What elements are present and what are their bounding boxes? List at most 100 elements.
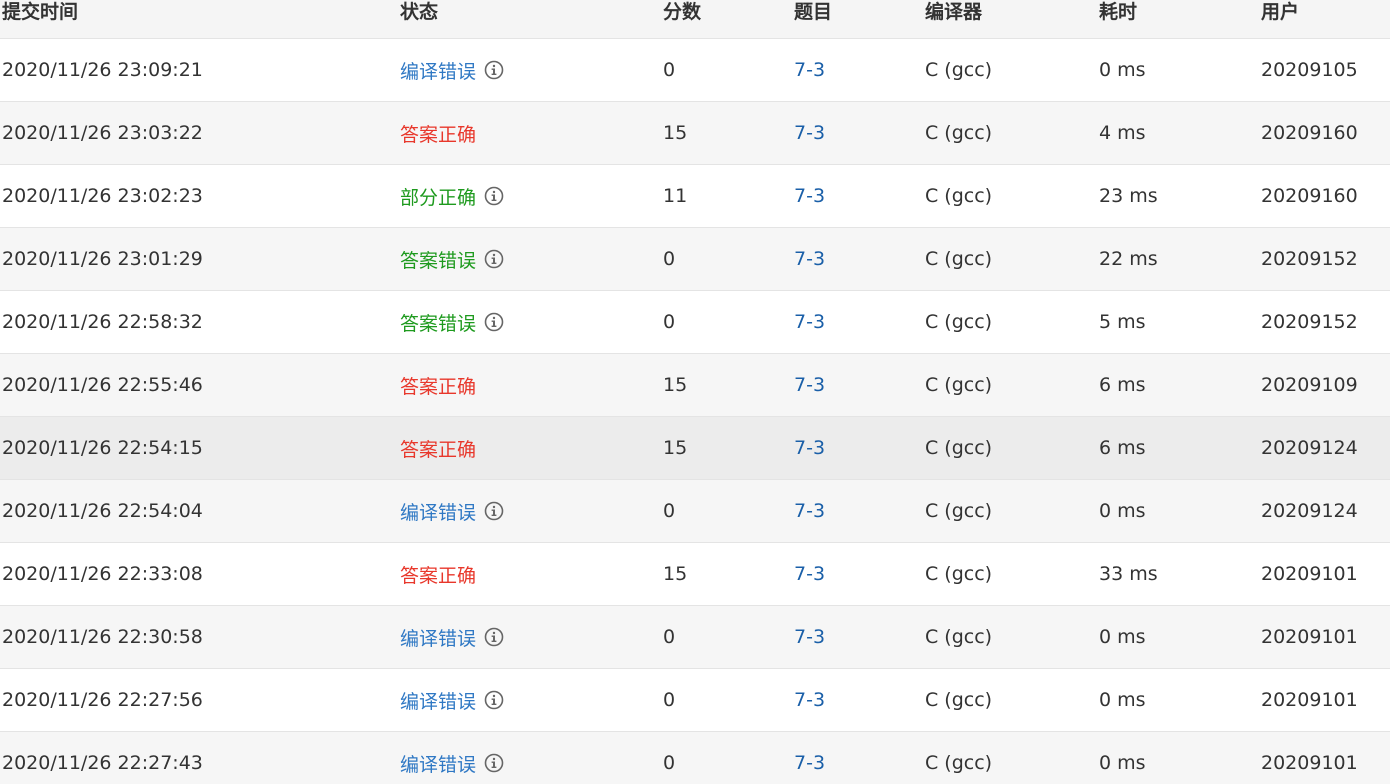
status-text[interactable]: 答案正确 [400, 372, 476, 399]
header-problem[interactable]: 题目 [794, 0, 925, 39]
info-icon[interactable] [484, 690, 504, 710]
status-text[interactable]: 答案正确 [400, 435, 476, 462]
status-text[interactable]: 答案错误 [400, 246, 476, 273]
runtime: 0 ms [1099, 731, 1261, 784]
submissions-table: 提交时间 状态 分数 题目 编译器 耗时 用户 2020/11/26 23:09… [0, 0, 1390, 784]
status-text[interactable]: 编译错误 [400, 624, 476, 651]
problem-link[interactable]: 7-3 [794, 122, 825, 144]
status-link[interactable]: 编译错误 [400, 750, 504, 777]
status-link[interactable]: 编译错误 [400, 687, 504, 714]
status-text[interactable]: 部分正确 [400, 183, 476, 210]
problem-link[interactable]: 7-3 [794, 689, 825, 711]
status-cell: 编译错误 [400, 38, 663, 102]
runtime: 6 ms [1099, 416, 1261, 480]
header-compiler[interactable]: 编译器 [925, 0, 1099, 39]
problem-link[interactable]: 7-3 [794, 437, 825, 459]
table-row: 2020/11/26 22:27:56 编译错误 0 7-3 C (gcc) 0 ms 20… [0, 668, 1390, 732]
score: 0 [663, 668, 794, 732]
runtime: 33 ms [1099, 542, 1261, 606]
status-link[interactable]: 编译错误 [400, 624, 504, 651]
status-text[interactable]: 答案错误 [400, 309, 476, 336]
info-icon[interactable] [484, 60, 504, 80]
problem-link[interactable]: 7-3 [794, 752, 825, 774]
header-status[interactable]: 状态 [400, 0, 663, 39]
score: 15 [663, 416, 794, 480]
score: 0 [663, 731, 794, 784]
user: 20209152 [1261, 227, 1390, 291]
header-score[interactable]: 分数 [663, 0, 794, 39]
info-icon[interactable] [484, 186, 504, 206]
status-link[interactable]: 答案正确 [400, 120, 476, 147]
submit-time: 2020/11/26 22:27:43 [0, 731, 400, 784]
status-link[interactable]: 答案正确 [400, 435, 476, 462]
status-cell: 答案错误 [400, 227, 663, 291]
status-link[interactable]: 编译错误 [400, 57, 504, 84]
submit-time: 2020/11/26 22:58:32 [0, 290, 400, 354]
score: 15 [663, 101, 794, 165]
runtime: 5 ms [1099, 290, 1261, 354]
info-icon[interactable] [484, 501, 504, 521]
status-link[interactable]: 答案正确 [400, 372, 476, 399]
info-icon[interactable] [484, 249, 504, 269]
info-icon[interactable] [484, 627, 504, 647]
submit-time: 2020/11/26 22:54:04 [0, 479, 400, 543]
status-cell: 编译错误 [400, 605, 663, 669]
problem-link[interactable]: 7-3 [794, 185, 825, 207]
score: 0 [663, 479, 794, 543]
problem-cell: 7-3 [794, 38, 925, 102]
status-text[interactable]: 编译错误 [400, 750, 476, 777]
status-link[interactable]: 答案错误 [400, 246, 504, 273]
compiler: C (gcc) [925, 353, 1099, 417]
compiler: C (gcc) [925, 605, 1099, 669]
score: 11 [663, 164, 794, 228]
compiler: C (gcc) [925, 416, 1099, 480]
runtime: 0 ms [1099, 38, 1261, 102]
status-cell: 答案正确 [400, 416, 663, 480]
problem-cell: 7-3 [794, 542, 925, 606]
problem-cell: 7-3 [794, 290, 925, 354]
problem-link[interactable]: 7-3 [794, 500, 825, 522]
status-text[interactable]: 编译错误 [400, 687, 476, 714]
runtime: 0 ms [1099, 668, 1261, 732]
submit-time: 2020/11/26 22:55:46 [0, 353, 400, 417]
table-row: 2020/11/26 22:58:32 答案错误 0 7-3 C (gcc) 5 ms 20… [0, 290, 1390, 354]
status-link[interactable]: 编译错误 [400, 498, 504, 525]
submit-time: 2020/11/26 22:30:58 [0, 605, 400, 669]
problem-cell: 7-3 [794, 731, 925, 784]
user: 20209105 [1261, 38, 1390, 102]
status-text[interactable]: 编译错误 [400, 498, 476, 525]
user: 20209109 [1261, 353, 1390, 417]
user: 20209152 [1261, 290, 1390, 354]
table-row: 2020/11/26 22:54:15 答案正确 15 7-3 C (gcc) 6 ms 2… [0, 416, 1390, 480]
table-body: 2020/11/26 23:09:21 编译错误 0 7-3 C (gcc) 0 ms 20… [0, 38, 1390, 784]
status-cell: 答案正确 [400, 353, 663, 417]
user: 20209124 [1261, 479, 1390, 543]
score: 0 [663, 290, 794, 354]
status-text[interactable]: 编译错误 [400, 57, 476, 84]
problem-link[interactable]: 7-3 [794, 59, 825, 81]
status-text[interactable]: 答案正确 [400, 561, 476, 588]
status-link[interactable]: 部分正确 [400, 183, 504, 210]
problem-link[interactable]: 7-3 [794, 626, 825, 648]
table-row: 2020/11/26 22:55:46 答案正确 15 7-3 C (gcc) 6 ms 2… [0, 353, 1390, 417]
status-cell: 编译错误 [400, 479, 663, 543]
header-runtime[interactable]: 耗时 [1099, 0, 1261, 39]
header-user[interactable]: 用户 [1261, 0, 1390, 39]
submit-time: 2020/11/26 23:09:21 [0, 38, 400, 102]
problem-cell: 7-3 [794, 416, 925, 480]
problem-link[interactable]: 7-3 [794, 563, 825, 585]
status-cell: 答案正确 [400, 101, 663, 165]
status-link[interactable]: 答案错误 [400, 309, 504, 336]
problem-link[interactable]: 7-3 [794, 311, 825, 333]
status-link[interactable]: 答案正确 [400, 561, 476, 588]
status-text[interactable]: 答案正确 [400, 120, 476, 147]
problem-cell: 7-3 [794, 353, 925, 417]
score: 0 [663, 605, 794, 669]
user: 20209160 [1261, 101, 1390, 165]
info-icon[interactable] [484, 753, 504, 773]
problem-link[interactable]: 7-3 [794, 248, 825, 270]
submit-time: 2020/11/26 22:27:56 [0, 668, 400, 732]
info-icon[interactable] [484, 312, 504, 332]
problem-link[interactable]: 7-3 [794, 374, 825, 396]
header-time[interactable]: 提交时间 [0, 0, 400, 39]
